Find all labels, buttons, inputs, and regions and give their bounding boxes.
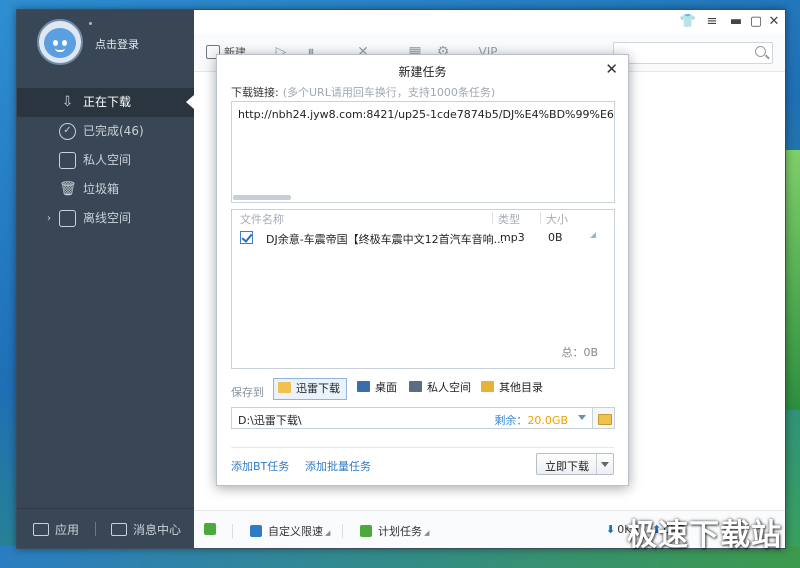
- new-task-dialog: 新建任务 ✕ 下载链接: (多个URL请用回车换行，支持1000条任务) http…: [216, 54, 629, 486]
- add-bt-task-link[interactable]: 添加BT任务: [231, 458, 289, 474]
- check-circle-icon: ✓: [59, 123, 76, 140]
- schedule-label: 计划任务: [378, 525, 422, 538]
- chevron-right-icon[interactable]: ›: [47, 204, 51, 233]
- sidebar-bottom-bar: 应用 消息中心: [17, 508, 194, 548]
- folder-icon: [278, 382, 291, 393]
- save-path-value: D:\迅雷下载\: [238, 414, 302, 427]
- download-arrow-icon: ⇩: [61, 94, 74, 110]
- save-option-thunder[interactable]: 迅雷下载: [273, 378, 347, 400]
- free-space: 剩余：20.0GB: [494, 412, 568, 428]
- save-option-label: 迅雷下载: [296, 382, 340, 395]
- sidebar-item-trash[interactable]: 🗑 垃圾箱: [17, 175, 194, 204]
- divider: [342, 524, 343, 538]
- url-textarea[interactable]: http://nbh24.jyw8.com:8421/up25-1cde7874…: [231, 101, 615, 203]
- status-dot: [89, 22, 92, 25]
- file-checkbox[interactable]: [240, 231, 253, 244]
- lock-icon: [59, 152, 76, 169]
- sidebar-item-label: 正在下载: [83, 95, 132, 109]
- file-table: 文件名称 类型 大小 DJ余意-车震帝国【终极车震中文12首汽车音响... mp…: [231, 209, 615, 369]
- search-input[interactable]: [613, 42, 773, 64]
- file-type: mp3: [500, 231, 525, 244]
- sidebar-item-completed[interactable]: ✓ 已完成(46): [17, 117, 194, 146]
- horizontal-scrollbar[interactable]: [233, 195, 291, 200]
- message-icon: [111, 523, 127, 536]
- sidebar-item-label: 私人空间: [83, 153, 132, 167]
- save-option-desktop[interactable]: 桌面: [353, 378, 403, 400]
- divider: [95, 522, 96, 536]
- save-option-label: 桌面: [375, 381, 397, 394]
- save-path-field[interactable]: D:\迅雷下载\ 剩余：20.0GB: [231, 407, 615, 429]
- collapse-button[interactable]: [204, 523, 222, 536]
- speed-icon: [250, 525, 262, 537]
- save-location-row: 保存到 迅雷下载 桌面 私人空间 其他目录: [231, 378, 615, 404]
- url-label: 下载链接: (多个URL请用回车换行，支持1000条任务): [231, 84, 495, 100]
- table-header: 文件名称 类型 大小: [232, 210, 614, 226]
- free-space-label: 剩余：: [494, 414, 528, 427]
- menu-icon[interactable]: ≡: [703, 14, 721, 29]
- file-name: DJ余意-车震帝国【终极车震中文12首汽车音响...: [266, 233, 505, 246]
- desktop-icon: [357, 381, 370, 392]
- schedule-task-button[interactable]: 计划任务 ◢: [360, 523, 429, 539]
- private-space-icon: [409, 381, 422, 392]
- url-value: http://nbh24.jyw8.com:8421/up25-1cde7874…: [238, 108, 615, 121]
- free-space-value: 20.0GB: [527, 414, 568, 427]
- custom-speed-button[interactable]: 自定义限速 ◢: [250, 523, 330, 539]
- search-icon[interactable]: [755, 46, 766, 57]
- resize-grip-icon: [590, 232, 596, 238]
- column-header-size[interactable]: 大小: [546, 211, 568, 227]
- sidebar-item-private[interactable]: 私人空间: [17, 146, 194, 175]
- folder-icon: [481, 381, 494, 392]
- message-center-label: 消息中心: [133, 523, 182, 537]
- trash-icon: 🗑: [59, 181, 77, 197]
- sidebar-nav: ⇩ 正在下载 ✓ 已完成(46) 私人空间 🗑 垃圾箱 › 离线空间: [17, 88, 194, 233]
- maximize-icon[interactable]: ▢: [747, 14, 765, 29]
- sidebar-item-offline[interactable]: › 离线空间: [17, 204, 194, 233]
- url-hint: (多个URL请用回车换行，支持1000条任务): [282, 86, 496, 99]
- sidebar-item-downloading[interactable]: ⇩ 正在下载: [17, 88, 194, 117]
- watermark-logo: 极速下载站: [627, 518, 782, 553]
- dialog-title: 新建任务: [398, 65, 447, 79]
- sidebar: 点击登录 ⇩ 正在下载 ✓ 已完成(46) 私人空间 🗑 垃圾箱 › 离线空间: [17, 10, 194, 548]
- save-option-private[interactable]: 私人空间: [405, 378, 477, 400]
- add-batch-task-link[interactable]: 添加批量任务: [305, 458, 371, 474]
- chevron-left-icon: [204, 523, 216, 535]
- custom-speed-label: 自定义限速: [268, 525, 323, 538]
- minimize-icon[interactable]: ▬: [727, 14, 745, 29]
- browse-folder-button[interactable]: [592, 408, 614, 428]
- sidebar-item-label: 离线空间: [83, 211, 132, 225]
- title-bar: 👕 ≡ ▬ ▢ ✕: [194, 10, 785, 34]
- download-now-button[interactable]: 立即下载: [536, 453, 614, 475]
- file-size: 0B: [548, 231, 563, 244]
- apps-label: 应用: [55, 523, 80, 537]
- login-link[interactable]: 点击登录: [95, 36, 139, 52]
- download-now-label: 立即下载: [545, 460, 589, 473]
- table-row[interactable]: DJ余意-车震帝国【终极车震中文12首汽车音响... mp3 0B: [232, 226, 614, 250]
- apps-button[interactable]: 应用: [33, 521, 79, 538]
- save-label: 保存到: [231, 386, 264, 399]
- cloud-icon: [59, 210, 76, 227]
- chevron-down-icon[interactable]: [596, 454, 613, 474]
- sidebar-item-label: 垃圾箱: [83, 182, 120, 196]
- total-size: 总：0B: [561, 346, 598, 359]
- column-header-name[interactable]: 文件名称: [240, 211, 284, 227]
- save-option-label: 私人空间: [427, 381, 471, 394]
- down-arrow-icon: ⬇: [606, 523, 616, 536]
- sidebar-item-label: 已完成(46): [83, 124, 144, 138]
- skin-icon[interactable]: 👕: [679, 14, 697, 29]
- column-header-type[interactable]: 类型: [498, 211, 520, 227]
- avatar[interactable]: [37, 19, 83, 65]
- close-icon[interactable]: ✕: [605, 60, 618, 78]
- schedule-icon: [360, 525, 372, 537]
- divider: [232, 524, 233, 538]
- close-icon[interactable]: ✕: [765, 14, 783, 29]
- url-label-text: 下载链接:: [231, 86, 279, 99]
- save-option-other[interactable]: 其他目录: [477, 378, 549, 400]
- avatar-face-icon: [44, 28, 76, 58]
- message-center-button[interactable]: 消息中心: [111, 521, 181, 538]
- chevron-down-icon[interactable]: [578, 415, 586, 420]
- apps-icon: [33, 523, 49, 536]
- divider: [231, 447, 614, 448]
- save-option-label: 其他目录: [499, 381, 543, 394]
